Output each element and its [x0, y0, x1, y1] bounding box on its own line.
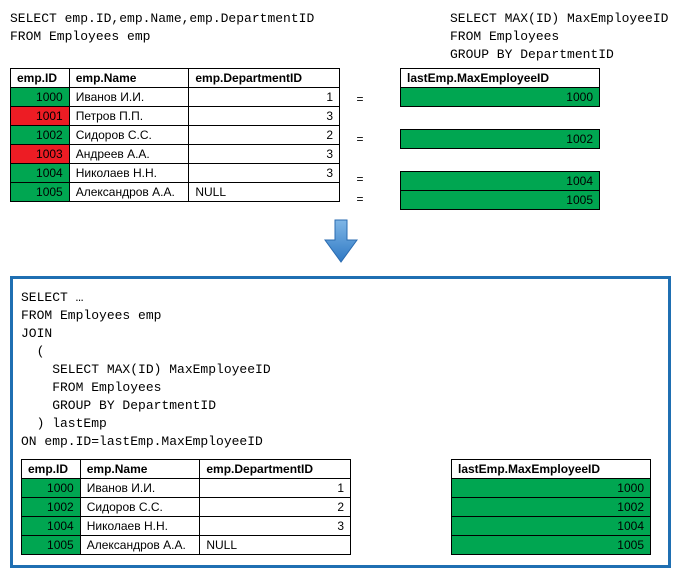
right-sql-line1: SELECT MAX(ID) MaxEmployeeID: [450, 10, 668, 28]
left-sql-line1: SELECT emp.ID,emp.Name,emp.DepartmentID: [10, 10, 390, 28]
cell-id: 1005: [22, 536, 81, 555]
cell-dept: 3: [189, 107, 340, 126]
tables-row: emp.ID emp.Name emp.DepartmentID 1000Ива…: [10, 68, 671, 210]
emp-table-wrap: emp.ID emp.Name emp.DepartmentID 1000Ива…: [10, 68, 340, 202]
max-table-wrap: lastEmp.MaxEmployeeID 1000 1002 10041005: [400, 68, 600, 210]
cell-name: Николаев Н.Н.: [69, 164, 189, 183]
cell-max: 1005: [401, 191, 600, 210]
cell-name: Петров П.П.: [69, 107, 189, 126]
table-row: 1004Николаев Н.Н.3: [22, 517, 351, 536]
cell-max: 1002: [452, 498, 651, 517]
result-sql: SELECT … FROM Employees emp JOIN ( SELEC…: [21, 289, 660, 451]
right-query-block: SELECT MAX(ID) MaxEmployeeID FROM Employ…: [450, 10, 668, 64]
cell-id: 1000: [22, 479, 81, 498]
cell-dept: 3: [200, 517, 351, 536]
equals-sign: =: [340, 170, 380, 190]
cell-id: 1001: [11, 107, 70, 126]
cell-max: 1004: [452, 517, 651, 536]
result-box: SELECT … FROM Employees emp JOIN ( SELEC…: [10, 276, 671, 568]
equals-sign: [340, 110, 380, 130]
top-section: SELECT emp.ID,emp.Name,emp.DepartmentID …: [10, 10, 671, 64]
cell-max: 1000: [401, 88, 600, 107]
cell-name: Александров А.А.: [80, 536, 200, 555]
table-row: 1000Иванов И.И.1: [11, 88, 340, 107]
rcol-empdept: emp.DepartmentID: [200, 460, 351, 479]
result-max-wrap: lastEmp.MaxEmployeeID 1000100210041005: [451, 459, 651, 555]
cell-name: Иванов И.И.: [69, 88, 189, 107]
cell-dept: NULL: [200, 536, 351, 555]
cell-id: 1002: [22, 498, 81, 517]
table-row: 1004: [401, 172, 600, 191]
col-empid: emp.ID: [11, 69, 70, 88]
result-emp-table: emp.ID emp.Name emp.DepartmentID 1000Ива…: [21, 459, 351, 555]
cell-max: 1005: [452, 536, 651, 555]
table-row: 1004: [452, 517, 651, 536]
cell-max: 1002: [401, 130, 600, 149]
equals-sign: =: [340, 130, 380, 150]
right-sql-line3: GROUP BY DepartmentID: [450, 46, 668, 64]
cell-dept: 1: [189, 88, 340, 107]
cell-dept: 3: [189, 145, 340, 164]
table-row: 1000: [401, 88, 600, 107]
cell-id: 1003: [11, 145, 70, 164]
left-sql-line2: FROM Employees emp: [10, 28, 390, 46]
cell-name: Иванов И.И.: [80, 479, 200, 498]
cell-max: 1000: [452, 479, 651, 498]
table-row: 1005: [452, 536, 651, 555]
table-row: 1004Николаев Н.Н.3: [11, 164, 340, 183]
arrow-down-icon: [321, 218, 361, 264]
cell-dept: 3: [189, 164, 340, 183]
cell-name: Сидоров С.С.: [80, 498, 200, 517]
cell-id: 1005: [11, 183, 70, 202]
cell-name: Николаев Н.Н.: [80, 517, 200, 536]
table-row: 1002: [401, 130, 600, 149]
table-row: 1005Александров А.А.NULL: [22, 536, 351, 555]
table-row: 1002Сидоров С.С.2: [22, 498, 351, 517]
table-row: 1005: [401, 191, 600, 210]
equals-column: ====: [340, 68, 380, 210]
rcol-empid: emp.ID: [22, 460, 81, 479]
cell-id: 1004: [22, 517, 81, 536]
equals-sign: [340, 150, 380, 170]
cell-dept: 2: [189, 126, 340, 145]
cell-name: Андреев А.А.: [69, 145, 189, 164]
col-empdept: emp.DepartmentID: [189, 69, 340, 88]
cell-name: Александров А.А.: [69, 183, 189, 202]
equals-sign: =: [340, 90, 380, 110]
emp-table: emp.ID emp.Name emp.DepartmentID 1000Ива…: [10, 68, 340, 202]
cell-id: 1000: [11, 88, 70, 107]
right-sql-line2: FROM Employees: [450, 28, 668, 46]
table-row: 1002Сидоров С.С.2: [11, 126, 340, 145]
cell-dept: 2: [200, 498, 351, 517]
col-empname: emp.Name: [69, 69, 189, 88]
cell-name: Сидоров С.С.: [69, 126, 189, 145]
equals-sign: =: [340, 190, 380, 210]
cell-id: 1004: [11, 164, 70, 183]
arrow-down: [10, 218, 671, 268]
col-maxemp: lastEmp.MaxEmployeeID: [401, 69, 600, 88]
result-emp-wrap: emp.ID emp.Name emp.DepartmentID 1000Ива…: [21, 459, 351, 555]
cell-max: 1004: [401, 172, 600, 191]
cell-id: 1002: [11, 126, 70, 145]
table-row: 1000Иванов И.И.1: [22, 479, 351, 498]
table-row: 1001Петров П.П.3: [11, 107, 340, 126]
table-row: 1000: [452, 479, 651, 498]
rcol-empname: emp.Name: [80, 460, 200, 479]
result-tables-row: emp.ID emp.Name emp.DepartmentID 1000Ива…: [21, 459, 660, 555]
left-query-block: SELECT emp.ID,emp.Name,emp.DepartmentID …: [10, 10, 390, 64]
table-row: 1003Андреев А.А.3: [11, 145, 340, 164]
rcol-maxemp: lastEmp.MaxEmployeeID: [452, 460, 651, 479]
cell-dept: 1: [200, 479, 351, 498]
table-row: 1005Александров А.А.NULL: [11, 183, 340, 202]
max-table: lastEmp.MaxEmployeeID 1000 1002 10041005: [400, 68, 600, 210]
result-max-table: lastEmp.MaxEmployeeID 1000100210041005: [451, 459, 651, 555]
table-row: 1002: [452, 498, 651, 517]
cell-dept: NULL: [189, 183, 340, 202]
